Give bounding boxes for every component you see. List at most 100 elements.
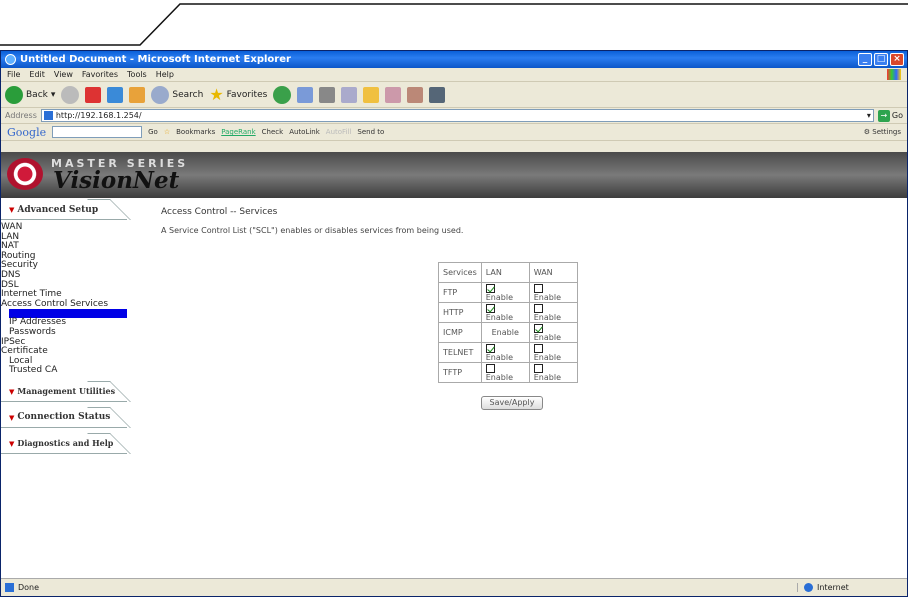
windows-logo-icon (887, 69, 901, 80)
zone-label: Internet (817, 583, 849, 592)
menu-edit[interactable]: Edit (29, 70, 45, 79)
wan-cell: Enable (528, 342, 578, 363)
service-name: TELNET (438, 342, 482, 363)
lan-enable-label: Enable (485, 312, 513, 322)
service-name: ICMP (438, 322, 482, 343)
header-decoration (0, 3, 908, 46)
visionnet-banner: MASTER SERIES VisionNet (1, 152, 907, 198)
google-settings-button[interactable]: ⚙ Settings (864, 128, 901, 136)
lan-enable-label: Enable (485, 352, 513, 362)
wan-checkbox[interactable] (533, 343, 543, 353)
lan-checkbox[interactable] (485, 343, 495, 353)
wan-cell: Enable (528, 302, 578, 323)
star-icon: ★ (209, 85, 224, 104)
menu-file[interactable]: File (7, 70, 20, 79)
search-button[interactable]: Search (151, 85, 203, 104)
save-apply-button[interactable]: Save/Apply (481, 396, 543, 410)
menu-tools[interactable]: Tools (127, 70, 147, 79)
tool-button[interactable] (407, 86, 424, 103)
google-go-button[interactable]: Go (148, 128, 158, 136)
refresh-button[interactable] (107, 86, 124, 103)
address-input[interactable]: http://192.168.1.254/ ▾ (40, 109, 874, 122)
research-button[interactable] (385, 86, 402, 103)
table-header-row: Services LAN WAN (438, 262, 578, 283)
menu-bar: File Edit View Favorites Tools Help (1, 68, 907, 82)
address-bar: Address http://192.168.1.254/ ▾ → Go (1, 108, 907, 124)
print-button[interactable] (319, 86, 336, 103)
main-content: Access Control -- Services A Service Con… (161, 198, 901, 578)
wan-enable-label: Enable (533, 312, 561, 322)
sidebar-item-dns[interactable]: DNS (1, 270, 131, 281)
advanced-setup-header[interactable]: ▼ Advanced Setup (1, 200, 127, 220)
service-name: HTTP (438, 302, 482, 323)
lan-checkbox[interactable] (485, 283, 495, 293)
table-row: ICMP Enable Enable (438, 322, 578, 343)
connection-status-header[interactable]: ▼ Connection Status (1, 408, 127, 428)
lan-enable-label: Enable (491, 328, 519, 337)
ie-icon (5, 54, 16, 65)
home-button[interactable] (129, 86, 146, 103)
menu-view[interactable]: View (54, 70, 73, 79)
lan-checkbox[interactable] (485, 363, 495, 373)
go-label: Go (891, 111, 903, 120)
google-star-icon: ☆ (163, 128, 171, 136)
maximize-button[interactable]: □ (874, 53, 888, 66)
close-button[interactable]: × (890, 53, 904, 66)
spellcheck-button[interactable]: Check (262, 128, 284, 136)
wan-checkbox[interactable] (533, 363, 543, 373)
wan-checkbox[interactable] (533, 283, 543, 293)
wan-enable-label: Enable (533, 332, 561, 342)
favorites-label: Favorites (226, 89, 268, 100)
wan-cell: Enable (528, 322, 578, 343)
sidebar-item-wan[interactable]: WAN (1, 222, 131, 233)
mail-button[interactable] (297, 86, 314, 103)
browser-window: Untitled Document - Microsoft Internet E… (0, 50, 908, 597)
minimize-button[interactable]: _ (858, 53, 872, 66)
autolink-button[interactable]: AutoLink (289, 128, 320, 136)
sidebar-item-access-control[interactable]: Access Control Services (1, 299, 131, 310)
address-dropdown-icon[interactable]: ▾ (867, 111, 871, 120)
messenger-button[interactable] (429, 86, 446, 103)
sidebar: ▼ Advanced Setup WAN LAN NAT Routing Sec… (1, 198, 131, 578)
management-utilities-header[interactable]: ▼ Management Utilities (1, 382, 127, 402)
wan-cell: Enable (528, 362, 578, 383)
header-lan: LAN (480, 262, 530, 283)
sidebar-item-trusted-ca[interactable]: Trusted CA (1, 366, 131, 376)
forward-button[interactable] (61, 85, 80, 104)
google-search-input[interactable] (52, 126, 143, 138)
menu-favorites[interactable]: Favorites (82, 70, 118, 79)
advanced-setup-label: Advanced Setup (17, 204, 99, 215)
service-name: TFTP (438, 362, 482, 383)
sidebar-nav: WAN LAN NAT Routing Security DNS DSL Int… (1, 222, 131, 376)
wan-checkbox[interactable] (533, 323, 543, 333)
status-bar: Done Internet (1, 578, 907, 596)
sidebar-item-lan[interactable]: LAN (1, 232, 131, 243)
diagnostics-help-header[interactable]: ▼ Diagnostics and Help (1, 434, 127, 454)
address-label: Address (5, 111, 37, 120)
visionnet-logo-icon (7, 158, 43, 190)
table-row: FTP Enable Enable (438, 282, 578, 303)
favorites-button[interactable]: ★ Favorites (209, 85, 267, 104)
go-button[interactable]: → Go (877, 109, 903, 122)
lan-enable-label: Enable (485, 292, 513, 302)
wan-checkbox[interactable] (533, 303, 543, 313)
folder-button[interactable] (363, 86, 380, 103)
history-button[interactable] (273, 85, 292, 104)
edit-button[interactable] (341, 86, 358, 103)
back-button[interactable]: Back ▾ (5, 85, 55, 104)
diagnostics-help-label: Diagnostics and Help (17, 438, 114, 449)
lan-checkbox[interactable] (485, 303, 495, 313)
expand-triangle-icon: ▼ (9, 205, 15, 214)
menu-help[interactable]: Help (156, 70, 174, 79)
globe-icon (804, 583, 813, 592)
table-row: HTTP Enable Enable (438, 302, 578, 323)
send-to-button[interactable]: Send to (357, 128, 384, 136)
security-zone: Internet (797, 583, 907, 592)
page-icon (43, 111, 53, 120)
bookmarks-button[interactable]: Bookmarks (176, 128, 215, 136)
stop-button[interactable] (85, 86, 102, 103)
pagerank-indicator[interactable]: PageRank (221, 128, 255, 136)
wan-enable-label: Enable (533, 352, 561, 362)
autofill-button[interactable]: AutoFill (326, 128, 352, 136)
sidebar-item-security[interactable]: Security (1, 261, 131, 271)
